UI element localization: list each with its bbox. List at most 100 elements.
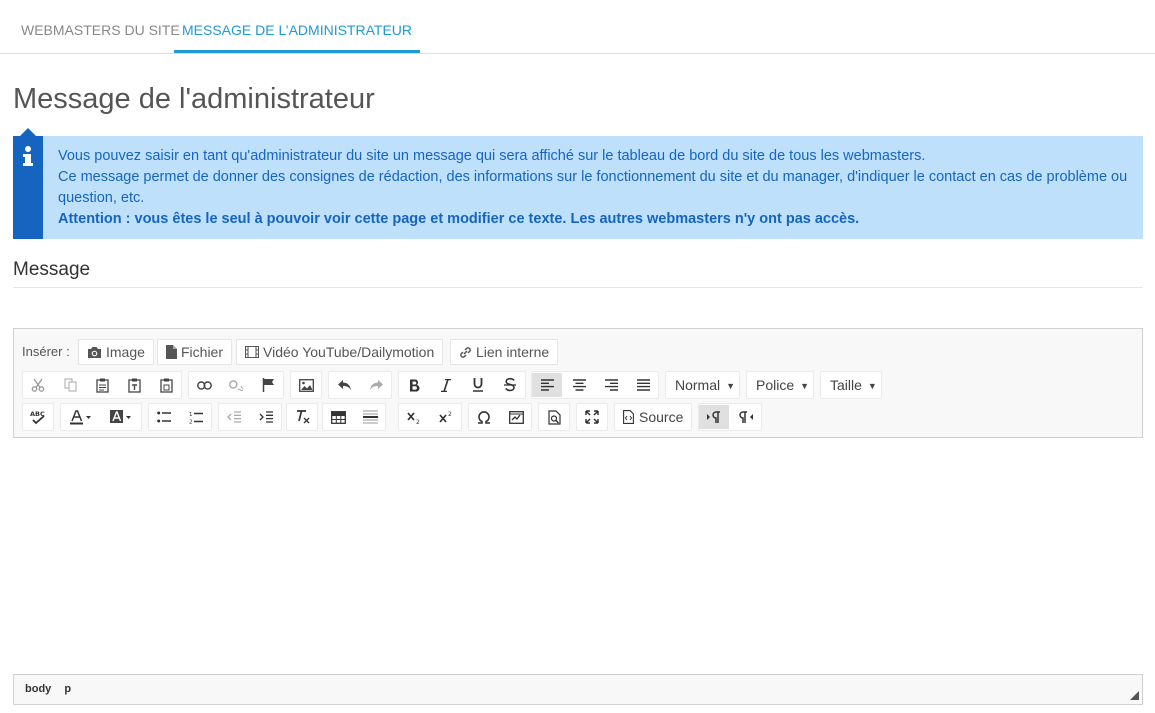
- table-group: [322, 403, 386, 431]
- resize-handle-icon[interactable]: [1130, 691, 1139, 700]
- rtl-button[interactable]: [731, 405, 761, 429]
- insert-file-label: Fichier: [181, 344, 224, 360]
- copy-icon: [64, 378, 77, 392]
- strikethrough-button[interactable]: [495, 373, 525, 397]
- editor-content-area[interactable]: [13, 437, 1143, 675]
- image-button[interactable]: [291, 373, 321, 397]
- direction-group: [698, 403, 762, 431]
- anchor-button[interactable]: [253, 373, 283, 397]
- background-color-icon: [110, 410, 132, 424]
- maximize-button[interactable]: [577, 405, 607, 429]
- tab-admin-message[interactable]: MESSAGE DE L’ADMINISTRATEUR: [174, 0, 421, 53]
- preview-group: [538, 403, 570, 431]
- tab-webmasters[interactable]: WEBMASTERS DU SITE: [21, 0, 180, 53]
- font-dropdown-value: Police: [756, 377, 795, 393]
- undo-icon: [337, 379, 352, 391]
- element-path: body p: [25, 683, 81, 695]
- svg-text:2: 2: [189, 419, 193, 424]
- align-justify-button[interactable]: [628, 373, 658, 397]
- text-color-icon: [70, 409, 92, 425]
- link-button[interactable]: [189, 373, 219, 397]
- redo-button[interactable]: [361, 373, 391, 397]
- rtl-icon: [739, 411, 753, 423]
- iframe-button[interactable]: [501, 405, 531, 429]
- spellcheck-group: ABC: [22, 403, 54, 431]
- ltr-button[interactable]: [699, 405, 729, 429]
- paste-word-icon: [159, 378, 173, 393]
- italic-icon: [441, 378, 451, 392]
- bold-button[interactable]: [399, 373, 429, 397]
- clipboard-group: [22, 371, 182, 399]
- source-label: Source: [639, 409, 684, 425]
- align-right-icon: [604, 379, 618, 391]
- caret-down-icon: ▼: [726, 381, 736, 392]
- toolbar-row-2: ABC 12 2 2 Source: [14, 403, 1142, 431]
- align-group: [531, 371, 659, 399]
- underline-button[interactable]: [463, 373, 493, 397]
- strikethrough-icon: [504, 378, 516, 392]
- info-callout: Vous pouvez saisir en tant qu'administra…: [13, 128, 1143, 239]
- remove-format-button[interactable]: [287, 405, 317, 429]
- paste-button[interactable]: [87, 373, 117, 397]
- italic-button[interactable]: [431, 373, 461, 397]
- undo-button[interactable]: [329, 373, 359, 397]
- page-title: Message de l'administrateur: [13, 83, 375, 115]
- insert-internal-link-button[interactable]: Lien interne: [450, 339, 559, 365]
- text-color-button[interactable]: [61, 405, 101, 429]
- text-style-group: [398, 371, 526, 399]
- scissors-icon: [31, 378, 45, 392]
- cut-button[interactable]: [23, 373, 53, 397]
- info-icon: [20, 145, 36, 167]
- align-right-button[interactable]: [596, 373, 626, 397]
- font-dropdown[interactable]: Police ▼: [746, 371, 814, 399]
- paste-text-icon: [127, 378, 141, 393]
- insert-file-button[interactable]: Fichier: [157, 339, 233, 365]
- horizontal-rule-button[interactable]: [355, 405, 385, 429]
- path-body[interactable]: body: [25, 683, 51, 695]
- history-group: [328, 371, 392, 399]
- indent-button[interactable]: [251, 405, 281, 429]
- source-button[interactable]: Source: [614, 403, 692, 431]
- maximize-group: [576, 403, 608, 431]
- caret-down-icon: ▼: [800, 381, 810, 392]
- copy-button[interactable]: [55, 373, 85, 397]
- caret-down-icon: ▼: [867, 381, 877, 392]
- align-center-button[interactable]: [564, 373, 594, 397]
- preview-button[interactable]: [539, 405, 569, 429]
- remove-format-group: [286, 403, 318, 431]
- insert-video-button[interactable]: Vidéo YouTube/Dailymotion: [236, 339, 444, 365]
- spellcheck-button[interactable]: ABC: [23, 405, 53, 429]
- subscript-button[interactable]: 2: [399, 405, 429, 429]
- unlink-icon: [228, 379, 244, 391]
- info-bar: [13, 128, 43, 239]
- insert-image-button[interactable]: Image: [78, 339, 154, 365]
- special-char-button[interactable]: [469, 405, 499, 429]
- format-dropdown[interactable]: Normal ▼: [665, 371, 740, 399]
- clipboard-icon: [95, 378, 109, 393]
- size-dropdown[interactable]: Taille ▼: [820, 371, 882, 399]
- bulleted-list-button[interactable]: [149, 405, 179, 429]
- paste-word-button[interactable]: [151, 373, 181, 397]
- numbered-list-button[interactable]: 12: [181, 405, 211, 429]
- bold-icon: [409, 379, 420, 392]
- image-group: [290, 371, 322, 399]
- insert-toolbar: Insérer : Image Fichier Vidéo YouTube/Da…: [14, 339, 1142, 365]
- indent-icon: [259, 411, 273, 423]
- align-left-button[interactable]: [532, 373, 562, 397]
- horizontal-rule-icon: [362, 410, 378, 424]
- background-color-button[interactable]: [101, 405, 141, 429]
- divider: [13, 287, 1143, 288]
- tab-bar: WEBMASTERS DU SITE MESSAGE DE L’ADMINIST…: [0, 0, 1155, 54]
- outdent-icon: [227, 411, 241, 423]
- info-line-1: Vous pouvez saisir en tant qu'administra…: [58, 148, 926, 164]
- outdent-button[interactable]: [219, 405, 249, 429]
- paste-text-button[interactable]: [119, 373, 149, 397]
- toolbar-row-1: Normal ▼ Police ▼ Taille ▼: [14, 371, 1142, 399]
- film-icon: [245, 346, 259, 358]
- unlink-button[interactable]: [221, 373, 251, 397]
- table-button[interactable]: [323, 405, 353, 429]
- info-warning: Attention : vous êtes le seul à pouvoir …: [58, 211, 860, 227]
- path-p[interactable]: p: [64, 683, 71, 695]
- preview-icon: [547, 409, 561, 425]
- superscript-button[interactable]: 2: [431, 405, 461, 429]
